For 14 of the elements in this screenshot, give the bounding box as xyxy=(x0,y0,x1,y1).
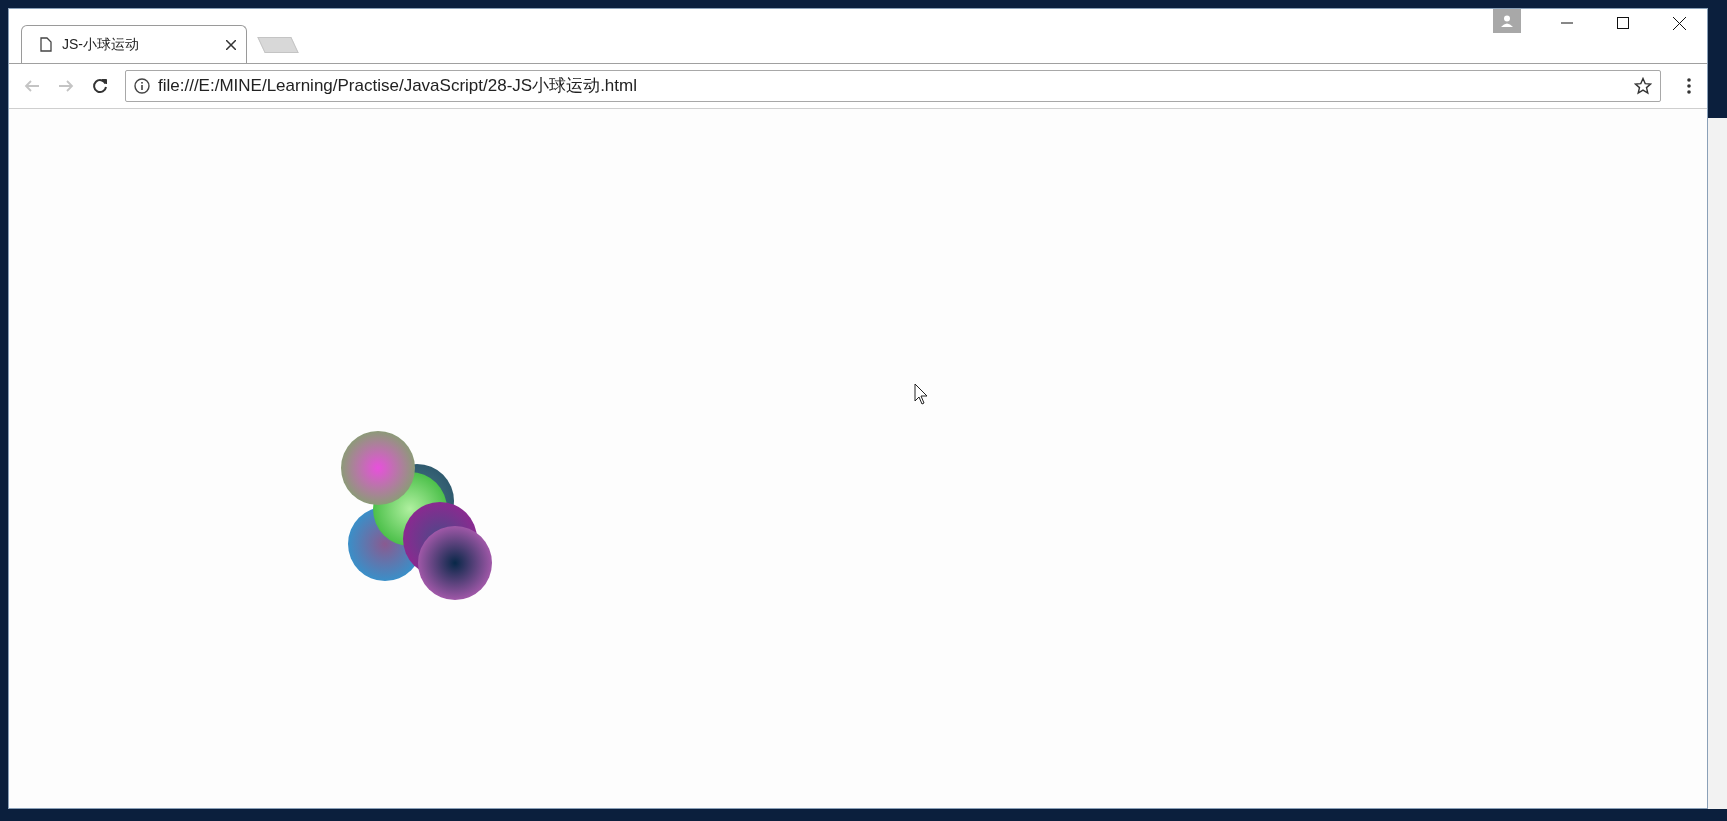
new-tab-button[interactable] xyxy=(257,37,299,53)
bookmark-star-icon[interactable] xyxy=(1634,77,1652,95)
address-bar[interactable]: file:///E:/MINE/Learning/Practise/JavaScript/28-JS小球运动.html xyxy=(125,70,1661,102)
close-icon xyxy=(1672,16,1686,30)
tab-title: JS-小球运动 xyxy=(62,35,140,54)
profile-icon[interactable] xyxy=(1493,9,1521,33)
maximize-icon xyxy=(1617,17,1629,29)
document-icon xyxy=(40,37,52,52)
info-icon xyxy=(134,78,150,94)
reload-icon xyxy=(91,77,109,95)
browser-tab[interactable]: JS-小球运动 xyxy=(21,25,247,63)
url-text: file:///E:/MINE/Learning/Practise/JavaScript/28-JS小球运动.html xyxy=(158,75,638,98)
mouse-cursor-icon xyxy=(914,383,928,405)
close-tab-icon[interactable] xyxy=(226,39,236,50)
